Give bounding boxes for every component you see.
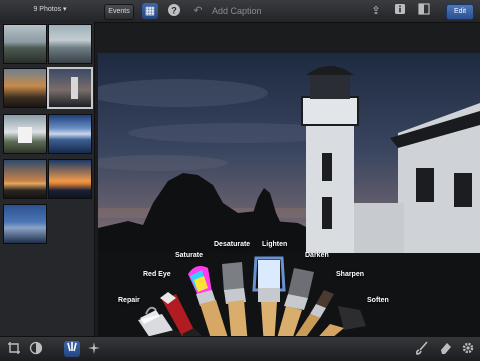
- lighten-brush[interactable]: [252, 256, 286, 336]
- thumbnail[interactable]: [48, 159, 92, 199]
- edit-button[interactable]: Edit: [446, 4, 474, 20]
- crop-icon[interactable]: [6, 341, 22, 357]
- lighten-label: Lighten: [262, 241, 288, 248]
- thumbnail-selected[interactable]: [47, 67, 93, 109]
- sharpen-label: Sharpen: [336, 271, 365, 278]
- red-eye-label: Red Eye: [143, 271, 171, 278]
- brushes-icon[interactable]: [64, 341, 80, 357]
- effects-icon[interactable]: [86, 341, 102, 357]
- photos-count-button[interactable]: 9 Photos ▾: [24, 3, 76, 17]
- thumbnail[interactable]: [3, 159, 47, 199]
- lighthouse-thumb-shape: [71, 77, 78, 99]
- thumbnail[interactable]: [3, 68, 47, 108]
- soften-label: Soften: [367, 297, 389, 304]
- svg-text:?: ?: [171, 6, 177, 16]
- paint-brush-icon[interactable]: [414, 341, 430, 357]
- thumbnail[interactable]: [3, 204, 47, 244]
- saturate-label: Saturate: [175, 252, 204, 259]
- grid-icon[interactable]: ▦: [142, 3, 158, 19]
- bottom-toolbar: [0, 336, 480, 361]
- thumbnail[interactable]: [3, 114, 47, 154]
- thumbnail[interactable]: [3, 24, 47, 64]
- building-thumb-shape: [18, 127, 32, 143]
- undo-icon[interactable]: ↶: [190, 3, 206, 19]
- share-icon[interactable]: ⇪: [368, 3, 384, 19]
- help-icon[interactable]: ?: [166, 3, 182, 19]
- settings-icon[interactable]: [460, 341, 476, 357]
- thumbnail[interactable]: [48, 114, 92, 154]
- desaturate-label: Desaturate: [214, 241, 251, 248]
- repair-label: Repair: [118, 297, 140, 304]
- caption-field[interactable]: Add Caption: [212, 4, 362, 18]
- top-toolbar: 9 Photos ▾ Events ▦ ? ↶ Add Caption ⇪ Ed…: [0, 0, 480, 23]
- thumbnail-sidebar: [0, 22, 95, 336]
- darken-label: Darken: [305, 252, 329, 259]
- events-button[interactable]: Events: [104, 4, 134, 20]
- eraser-icon[interactable]: [438, 341, 454, 357]
- thumbnail[interactable]: [48, 24, 92, 64]
- desaturate-brush[interactable]: [222, 262, 248, 336]
- compare-icon[interactable]: [416, 3, 432, 19]
- info-icon[interactable]: [392, 3, 408, 19]
- brushes-fan: [138, 256, 366, 336]
- exposure-icon[interactable]: [28, 341, 44, 357]
